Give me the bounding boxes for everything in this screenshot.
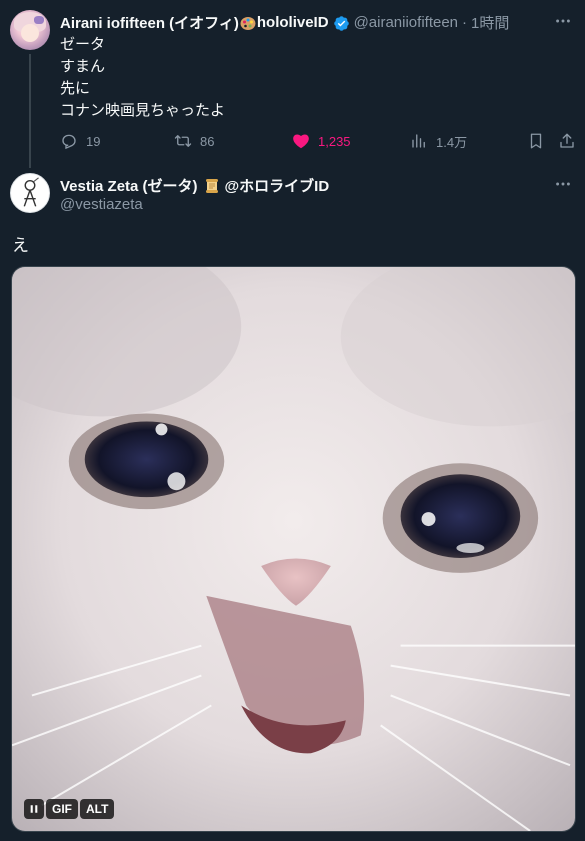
- action-bar: 19 86 1,235 1.4万: [60, 130, 580, 152]
- display-name[interactable]: Vestia Zeta (ゼータ): [60, 175, 198, 196]
- gif-badge: GIF: [46, 799, 78, 819]
- avatar[interactable]: [10, 10, 50, 50]
- media-controls: GIF ALT: [24, 799, 115, 819]
- tweet-header: Airani iofifteen (イオフィ) hololiveID @aira…: [60, 12, 509, 32]
- like-button[interactable]: 1,235: [292, 130, 351, 152]
- timestamp[interactable]: 1時間: [471, 12, 509, 33]
- share-button[interactable]: [558, 130, 584, 152]
- pause-button[interactable]: [24, 799, 44, 819]
- reply-icon: [62, 134, 76, 150]
- more-icon: [556, 182, 570, 186]
- heart-icon: [293, 134, 309, 149]
- retweet-button[interactable]: 86: [174, 130, 214, 152]
- verified-icon: [333, 15, 349, 31]
- tweet-airani[interactable]: Airani iofifteen (イオフィ) hololiveID @aira…: [0, 0, 585, 168]
- like-count: 1,235: [318, 133, 351, 149]
- timeline: Airani iofifteen (イオフィ) hololiveID @aira…: [0, 0, 585, 841]
- crying-cat-image: [12, 267, 575, 831]
- more-icon: [556, 19, 570, 23]
- pause-icon: [30, 805, 38, 813]
- tweet-line: ゼータ: [60, 36, 106, 53]
- display-name-suffix[interactable]: hololiveID: [257, 14, 329, 31]
- alt-badge[interactable]: ALT: [80, 799, 115, 819]
- separator: ·: [462, 13, 468, 31]
- scroll-emoji: [205, 179, 218, 193]
- tweet-body: ゼータ すまん 先に コナン映画見ちゃったよ: [60, 34, 225, 122]
- tweet-header: Vestia Zeta (ゼータ) @ホロライブID: [60, 175, 329, 195]
- share-icon: [560, 133, 574, 148]
- retweet-icon: [174, 135, 192, 147]
- thread-connector: [29, 54, 31, 168]
- tweet-line: すまん: [60, 58, 106, 75]
- gif-media[interactable]: GIF ALT: [11, 266, 576, 832]
- more-button[interactable]: [553, 174, 573, 194]
- bookmark-button[interactable]: [527, 130, 553, 152]
- reply-count: 19: [86, 133, 101, 149]
- bookmark-icon: [530, 133, 542, 149]
- tweet-line: 先に: [60, 80, 91, 97]
- avatar-logo-icon: [23, 177, 39, 207]
- tweet-line: コナン映画見ちゃったよ: [60, 102, 226, 119]
- views-count: 1.4万: [436, 134, 468, 150]
- palette-emoji: [240, 17, 256, 30]
- tweet-body: え: [12, 236, 29, 255]
- handle[interactable]: @airaniiofifteen: [354, 14, 458, 31]
- reply-button[interactable]: 19: [60, 130, 100, 152]
- display-name[interactable]: Airani iofifteen (イオフィ): [60, 12, 239, 33]
- handle[interactable]: @vestiazeta: [60, 196, 143, 213]
- retweet-count: 86: [200, 133, 215, 149]
- views-button[interactable]: 1.4万: [410, 130, 467, 152]
- avatar[interactable]: [10, 173, 50, 213]
- more-button[interactable]: [553, 11, 573, 31]
- display-name-suffix[interactable]: @ホロライブID: [225, 175, 330, 196]
- views-icon: [412, 134, 425, 148]
